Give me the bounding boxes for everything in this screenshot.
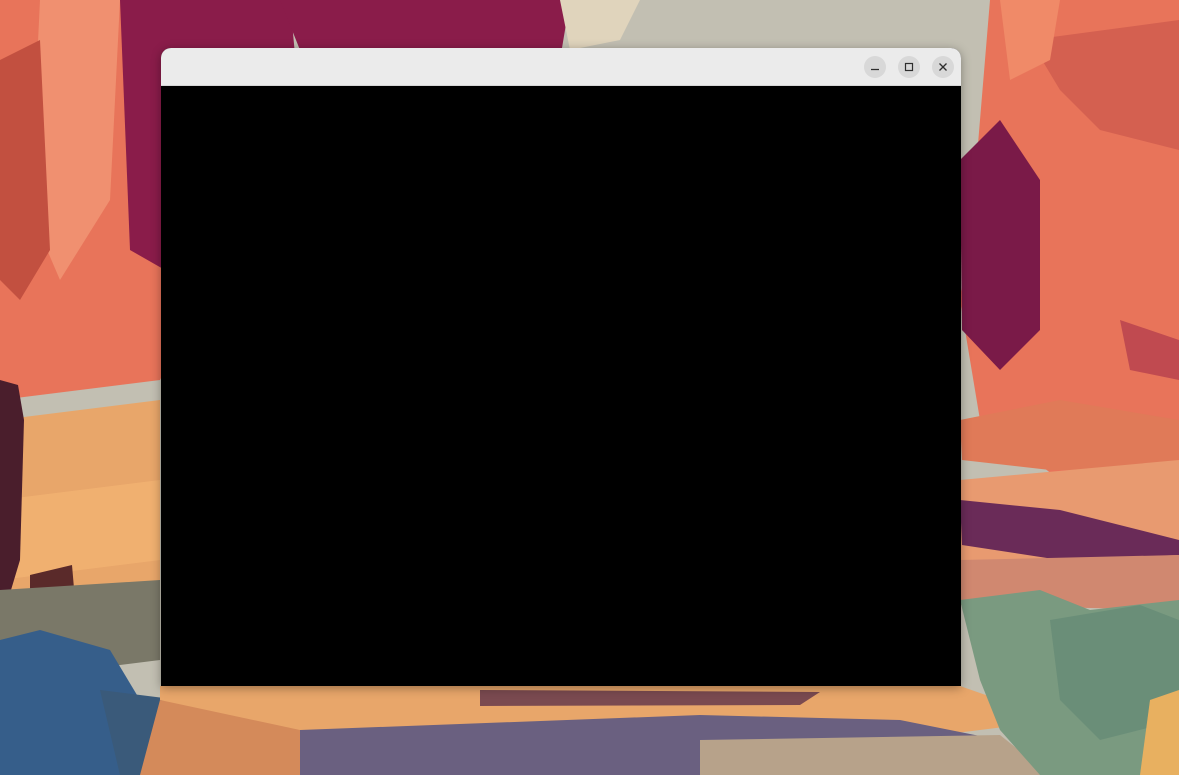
window-title [161, 48, 961, 86]
minimize-button[interactable] [864, 56, 886, 78]
maximize-icon [904, 62, 914, 72]
window-titlebar[interactable] [161, 48, 961, 86]
close-icon [938, 62, 948, 72]
minimize-icon [870, 62, 880, 72]
window-controls [864, 56, 954, 78]
maximize-button[interactable] [898, 56, 920, 78]
desktop [0, 0, 1179, 775]
application-window [161, 48, 961, 686]
close-button[interactable] [932, 56, 954, 78]
window-content-area[interactable] [161, 86, 961, 686]
